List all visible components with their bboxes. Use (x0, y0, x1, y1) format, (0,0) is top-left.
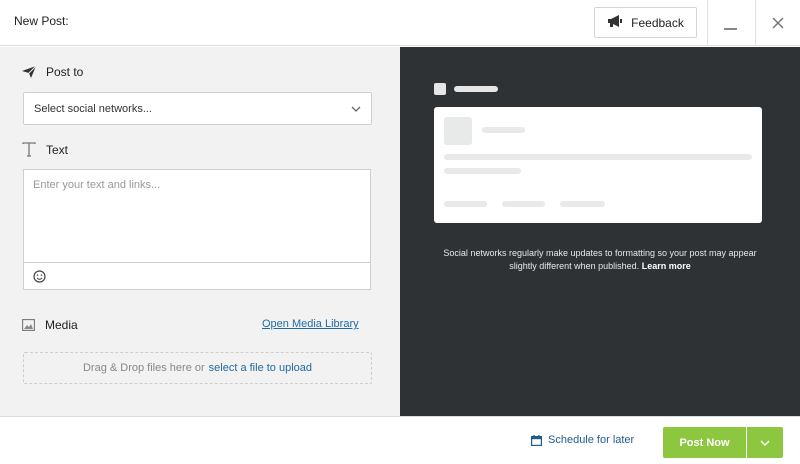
preview-avatar-placeholder (444, 117, 472, 145)
media-dropzone[interactable]: Drag & Drop files here or select a file … (23, 352, 372, 384)
preview-network-name-placeholder (454, 86, 498, 92)
preview-action-placeholder (502, 201, 545, 207)
close-icon (772, 17, 784, 29)
preview-action-placeholder (444, 201, 487, 207)
preview-note-text: Social networks regularly make updates t… (443, 248, 757, 271)
new-post-dialog: New Post: Feedback Post to Select social… (0, 0, 800, 464)
schedule-label: Schedule for later (548, 434, 635, 446)
feedback-button[interactable]: Feedback (594, 7, 697, 38)
media-label: Media (45, 318, 78, 332)
preview-action-placeholder (560, 201, 605, 207)
preview-pane: Social networks regularly make updates t… (400, 47, 800, 416)
paper-plane-icon (22, 66, 36, 78)
compose-pane: Post to Select social networks... Text E… (0, 47, 400, 416)
minimize-icon (724, 28, 737, 30)
text-icon (22, 142, 36, 157)
chevron-down-icon (760, 439, 770, 446)
calendar-icon (531, 434, 542, 446)
schedule-for-later-button[interactable]: Schedule for later (531, 434, 634, 446)
dialog-header: New Post: Feedback (0, 0, 800, 46)
dropzone-text: Drag & Drop files here or (82, 362, 205, 374)
dialog-footer: Schedule for later Post Now (0, 416, 800, 464)
social-network-select[interactable]: Select social networks... (23, 92, 372, 125)
megaphone-icon (607, 14, 623, 31)
feedback-label: Feedback (631, 15, 684, 30)
text-section: Text (22, 142, 68, 157)
chevron-down-icon (351, 106, 361, 112)
emoji-icon[interactable] (33, 269, 46, 283)
preview-username-placeholder (482, 127, 525, 133)
post-to-section: Post to (22, 65, 83, 79)
image-icon (22, 319, 35, 331)
preview-note: Social networks regularly make updates t… (440, 247, 760, 273)
close-button[interactable] (756, 0, 800, 46)
dialog-title: New Post: (14, 14, 69, 28)
text-label: Text (46, 142, 69, 157)
media-section: Media (22, 318, 78, 332)
minimize-button[interactable] (708, 0, 752, 46)
post-to-label: Post to (46, 65, 84, 79)
post-text-input[interactable]: Enter your text and links... (23, 169, 371, 262)
preview-card (434, 107, 762, 223)
text-placeholder: Enter your text and links... (33, 179, 161, 191)
open-media-library-link[interactable]: Open Media Library (262, 318, 359, 330)
select-file-link[interactable]: select a file to upload (209, 362, 312, 374)
preview-text-line-placeholder (444, 154, 752, 160)
text-toolbar (23, 262, 371, 290)
learn-more-link[interactable]: Learn more (642, 261, 691, 271)
post-now-button[interactable]: Post Now (663, 427, 746, 458)
preview-network-icon-placeholder (434, 83, 446, 95)
preview-text-line-placeholder (444, 168, 521, 174)
select-placeholder: Select social networks... (34, 102, 152, 115)
post-options-dropdown[interactable] (747, 427, 783, 458)
